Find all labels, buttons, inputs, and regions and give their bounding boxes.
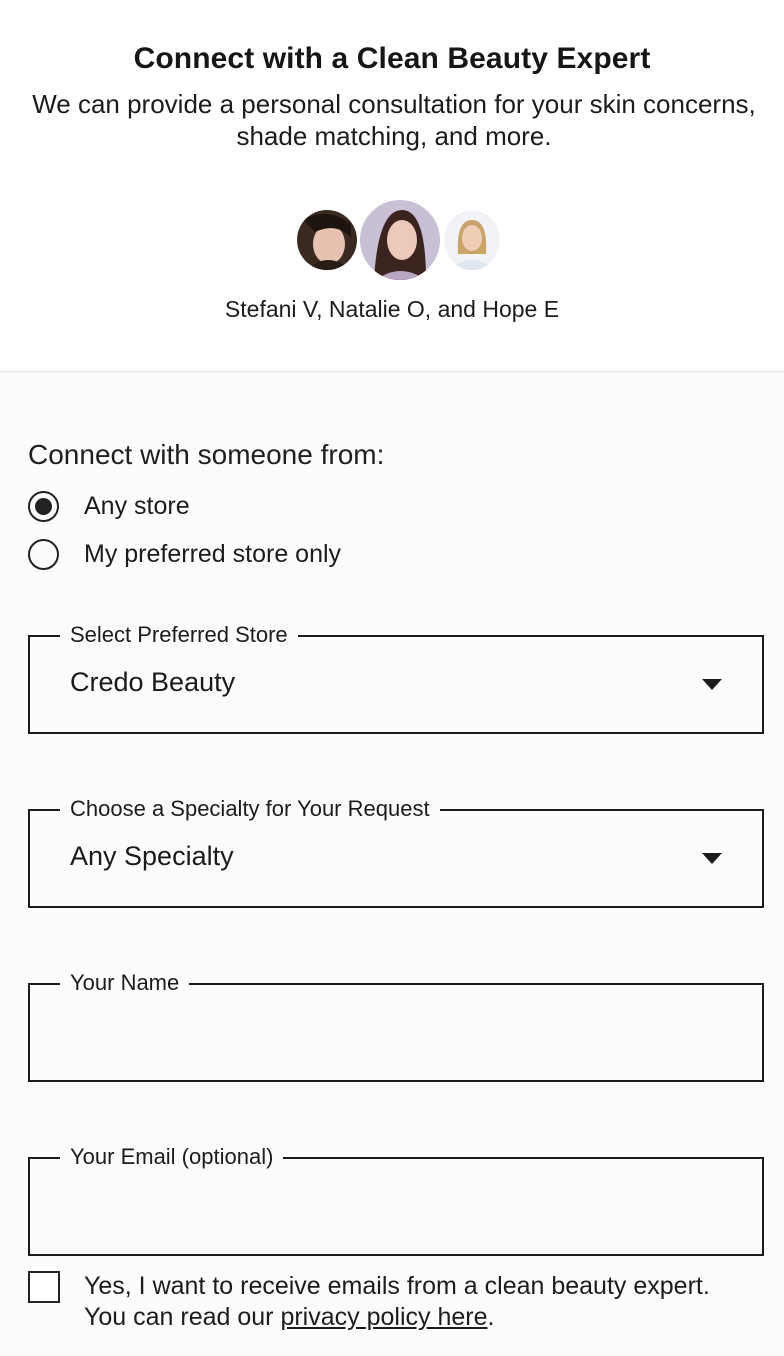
field-legend: Select Preferred Store bbox=[60, 621, 298, 649]
page-title: Connect with a Clean Beauty Expert bbox=[133, 42, 651, 75]
radio-any-store[interactable]: Any store bbox=[28, 489, 190, 523]
email-consent-checkbox[interactable] bbox=[28, 1271, 60, 1303]
radio-button-checked[interactable] bbox=[28, 490, 59, 522]
specialty-select[interactable]: Choose a Specialty for Your Request Any … bbox=[28, 795, 764, 908]
caret-down-icon[interactable] bbox=[702, 679, 722, 690]
radio-label: Any store bbox=[84, 491, 190, 520]
select-value: Any Specialty bbox=[70, 841, 234, 871]
consent-suffix: . bbox=[487, 1303, 495, 1331]
consent-line-1: Yes, I want to receive emails from a cle… bbox=[84, 1272, 710, 1300]
select-value: Credo Beauty bbox=[70, 667, 236, 697]
field-legend: Your Name bbox=[60, 969, 190, 997]
expert-avatar-stefani bbox=[297, 210, 357, 270]
field-legend: Your Email (optional) bbox=[60, 1143, 284, 1171]
email-consent-text: Yes, I want to receive emails from a cle… bbox=[84, 1271, 764, 1333]
privacy-policy-link[interactable]: privacy policy here bbox=[280, 1303, 487, 1331]
page-subtitle: We can provide a personal consultation f… bbox=[32, 89, 756, 151]
radio-label: My preferred store only bbox=[84, 539, 342, 568]
caret-down-icon[interactable] bbox=[702, 853, 722, 864]
name-field[interactable]: Your Name bbox=[28, 969, 764, 1082]
preferred-store-select[interactable]: Select Preferred Store Credo Beauty bbox=[28, 621, 764, 734]
experts-names: Stefani V, Natalie O, and Hope E bbox=[224, 296, 560, 322]
expert-avatars bbox=[0, 200, 784, 280]
expert-avatar-hope bbox=[444, 210, 500, 270]
consent-prefix: You can read our bbox=[84, 1303, 281, 1331]
expert-header: Connect with a Clean Beauty Expert We ca… bbox=[0, 0, 784, 372]
connect-from-label: Connect with someone from: bbox=[28, 439, 385, 470]
email-field[interactable]: Your Email (optional) bbox=[28, 1143, 764, 1256]
expert-avatar-natalie bbox=[360, 200, 440, 280]
radio-button[interactable] bbox=[28, 538, 59, 570]
radio-preferred-store[interactable]: My preferred store only bbox=[28, 537, 341, 571]
connect-form: Connect with someone from: Any store My … bbox=[0, 373, 784, 1356]
field-legend: Choose a Specialty for Your Request bbox=[60, 795, 440, 823]
